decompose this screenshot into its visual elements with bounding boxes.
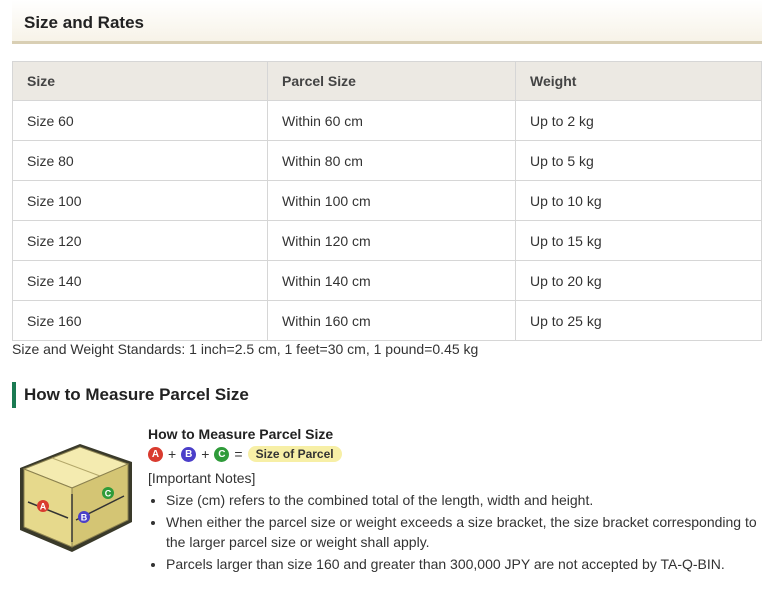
table-row: Size 100 Within 100 cm Up to 10 kg: [12, 180, 762, 221]
column-header: Parcel Size: [267, 61, 516, 101]
weight-cell: Up to 15 kg: [515, 220, 762, 261]
column-header: Weight: [515, 61, 762, 101]
parcel-size-cell: Within 80 cm: [267, 140, 516, 181]
svg-text:A: A: [40, 502, 47, 512]
weight-cell: Up to 2 kg: [515, 100, 762, 141]
weight-cell: Up to 20 kg: [515, 260, 762, 301]
table-header-row: Size Parcel Size Weight: [12, 61, 762, 101]
standards-note: Size and Weight Standards: 1 inch=2.5 cm…: [12, 341, 479, 357]
table-row: Size 80 Within 80 cm Up to 5 kg: [12, 140, 762, 181]
label-b-icon: B: [181, 446, 197, 462]
important-notes-list: Size (cm) refers to the combined total o…: [148, 490, 768, 574]
table-row: Size 120 Within 120 cm Up to 15 kg: [12, 220, 762, 261]
section-title: Size and Rates: [24, 13, 144, 32]
svg-text:C: C: [105, 489, 112, 499]
table-row: Size 160 Within 160 cm Up to 25 kg: [12, 300, 762, 341]
size-cell: Size 100: [12, 180, 268, 221]
weight-cell: Up to 25 kg: [515, 300, 762, 341]
table-row: Size 140 Within 140 cm Up to 20 kg: [12, 260, 762, 301]
parcel-size-cell: Within 120 cm: [267, 220, 516, 261]
size-cell: Size 140: [12, 260, 268, 301]
size-cell: Size 160: [12, 300, 268, 341]
section-header: Size and Rates: [12, 0, 762, 44]
equals-sign: =: [234, 446, 243, 462]
measure-heading-block: How to Measure Parcel Size: [12, 382, 249, 408]
svg-text:B: B: [81, 513, 88, 523]
measure-info: How to Measure Parcel Size A + B + C = S…: [148, 426, 768, 576]
table-row: Size 60 Within 60 cm Up to 2 kg: [12, 100, 762, 141]
plus-sign: +: [168, 446, 177, 462]
size-cell: Size 120: [12, 220, 268, 261]
list-item: Parcels larger than size 160 and greater…: [166, 554, 768, 574]
parcel-size-cell: Within 160 cm: [267, 300, 516, 341]
label-c-icon: C: [214, 446, 230, 462]
parcel-size-cell: Within 140 cm: [267, 260, 516, 301]
label-a-icon: A: [148, 446, 163, 462]
parcel-box-icon: A B C: [16, 430, 136, 555]
weight-cell: Up to 10 kg: [515, 180, 762, 221]
parcel-size-cell: Within 100 cm: [267, 180, 516, 221]
rates-table: Size Parcel Size Weight Size 60 Within 6…: [12, 61, 762, 341]
important-notes-label: [Important Notes]: [148, 470, 256, 486]
weight-cell: Up to 5 kg: [515, 140, 762, 181]
size-cell: Size 80: [12, 140, 268, 181]
list-item: When either the parcel size or weight ex…: [166, 512, 768, 552]
size-cell: Size 60: [12, 100, 268, 141]
column-header: Size: [12, 61, 268, 101]
parcel-size-cell: Within 60 cm: [267, 100, 516, 141]
size-formula: A + B + C = Size of Parcel: [148, 444, 768, 464]
plus-sign: +: [201, 446, 210, 462]
illustration-title: How to Measure Parcel Size: [148, 426, 334, 442]
list-item: Size (cm) refers to the combined total o…: [166, 490, 768, 510]
size-of-parcel-label: Size of Parcel: [247, 446, 342, 462]
measure-heading: How to Measure Parcel Size: [24, 385, 249, 404]
